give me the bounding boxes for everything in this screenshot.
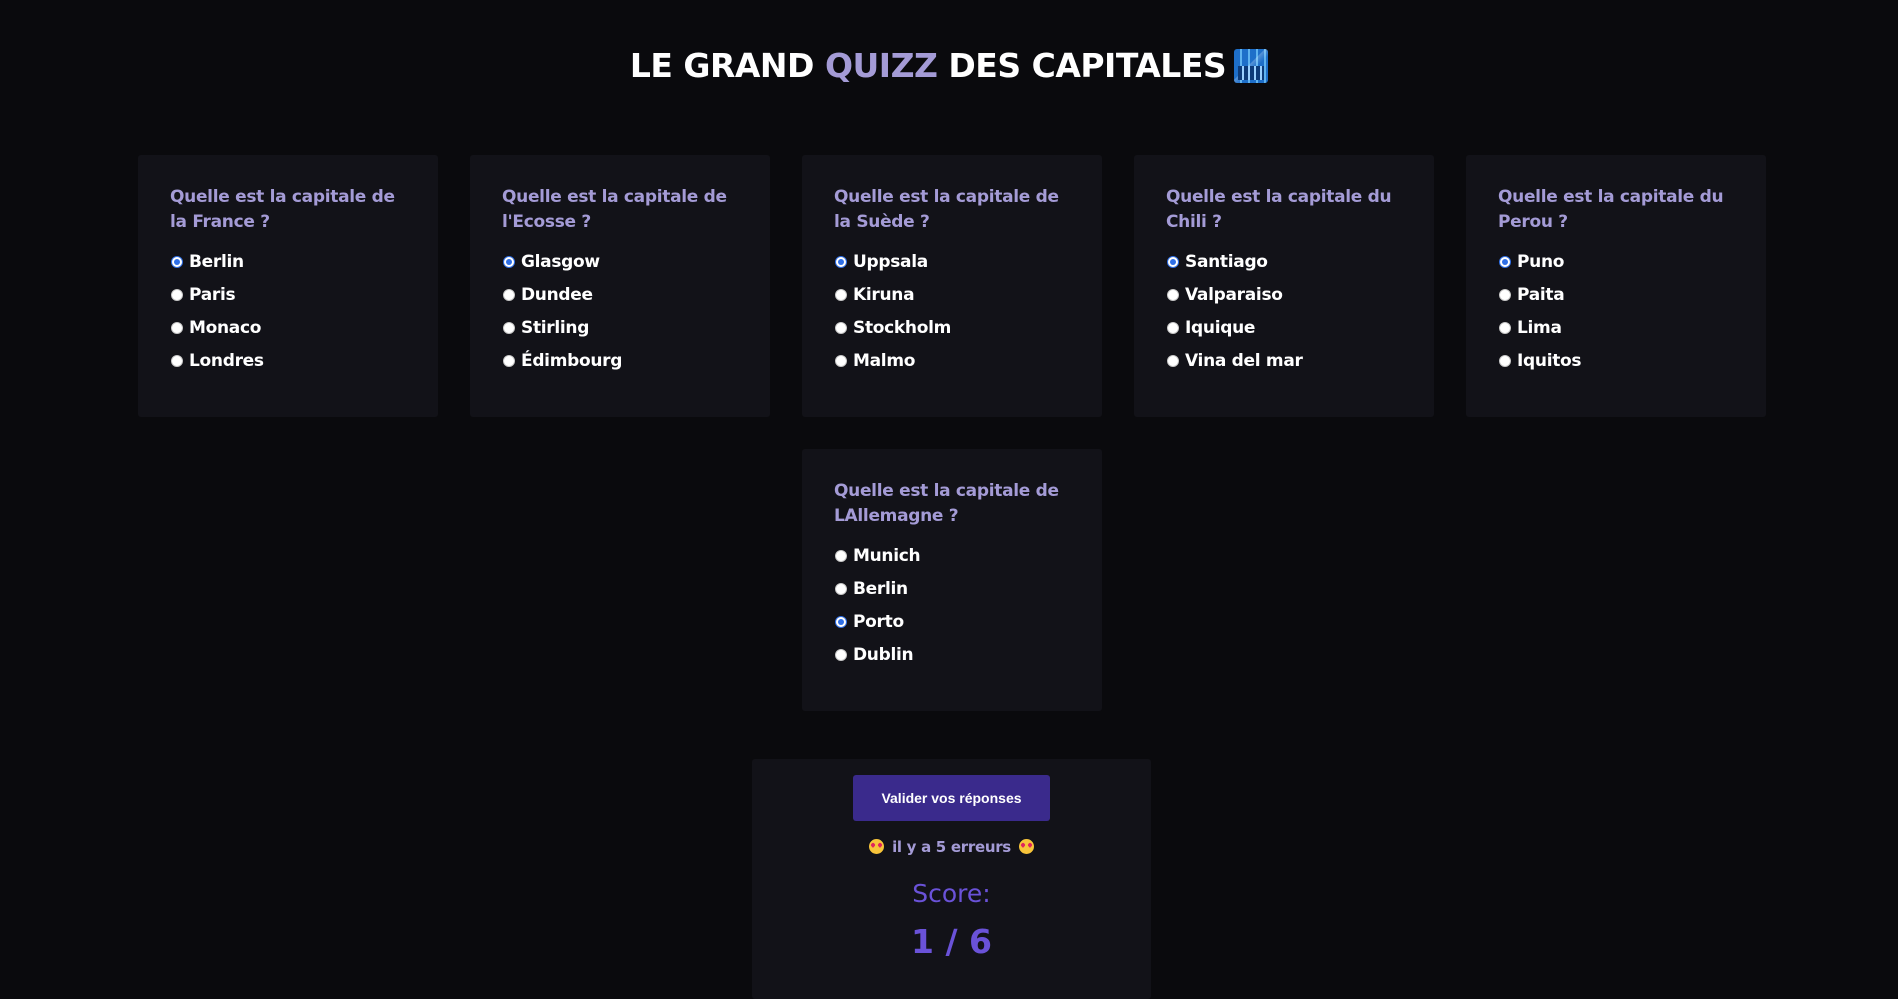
answer-option[interactable]: Porto <box>834 605 1070 638</box>
radio-button[interactable] <box>835 615 847 628</box>
radio-button[interactable] <box>1167 255 1179 268</box>
answer-option[interactable]: Vina del mar <box>1166 344 1402 377</box>
radio-button[interactable] <box>835 321 847 334</box>
answer-label: Stirling <box>521 317 590 338</box>
answer-option[interactable]: Iquique <box>1166 311 1402 344</box>
radio-button[interactable] <box>171 255 183 268</box>
radio-button[interactable] <box>835 354 847 367</box>
radio-button[interactable] <box>835 648 847 661</box>
radio-button[interactable] <box>171 288 183 301</box>
question-text: Quelle est la capitale de l'Ecosse ? <box>502 187 727 232</box>
answer-option[interactable]: Lima <box>1498 311 1734 344</box>
answer-option[interactable]: Berlin <box>170 245 406 278</box>
answer-option[interactable]: Berlin <box>834 572 1070 605</box>
question-card: Quelle est la capitale de l'Ecosse ? Glas… <box>470 155 770 417</box>
radio-button[interactable] <box>1167 288 1179 301</box>
answer-label: Paris <box>189 284 236 305</box>
answer-label: Dundee <box>521 284 593 305</box>
answer-label: Monaco <box>189 317 262 338</box>
radio-button[interactable] <box>171 354 183 367</box>
answer-option[interactable]: Paris <box>170 278 406 311</box>
answer-option[interactable]: Uppsala <box>834 245 1070 278</box>
radio-button[interactable] <box>1167 354 1179 367</box>
question-card: Quelle est la capitale de la France ? Ber… <box>138 155 438 417</box>
answer-option[interactable]: Paita <box>1498 278 1734 311</box>
score-value: 1 / 6 <box>911 922 992 961</box>
answer-label: Dublin <box>853 644 914 665</box>
radio-button[interactable] <box>1499 354 1511 367</box>
answer-option[interactable]: Édimbourg <box>502 344 738 377</box>
answer-label: Glasgow <box>521 251 600 272</box>
question-card: Quelle est la capitale de LAllemagne ? Mu… <box>802 449 1102 711</box>
radio-button[interactable] <box>835 288 847 301</box>
score-label: Score: <box>912 879 991 908</box>
radio-button[interactable] <box>1499 255 1511 268</box>
radio-button[interactable] <box>1499 288 1511 301</box>
answer-option[interactable]: Puno <box>1498 245 1734 278</box>
radio-button[interactable] <box>503 255 515 268</box>
answer-label: Puno <box>1517 251 1565 272</box>
result-panel: Valider vos réponses il y a 5 erreurs Sc… <box>752 759 1151 999</box>
answer-option[interactable]: Munich <box>834 539 1070 572</box>
answer-label: Kiruna <box>853 284 915 305</box>
cityscape-icon <box>1234 49 1269 83</box>
validate-button[interactable]: Valider vos réponses <box>853 775 1050 821</box>
answer-label: Santiago <box>1185 251 1268 272</box>
answer-label: Munich <box>853 545 921 566</box>
answer-option[interactable]: Glasgow <box>502 245 738 278</box>
radio-button[interactable] <box>835 255 847 268</box>
answer-label: Stockholm <box>853 317 952 338</box>
answer-label: Porto <box>853 611 904 632</box>
radio-button[interactable] <box>171 321 183 334</box>
answer-option[interactable]: Dublin <box>834 638 1070 671</box>
radio-button[interactable] <box>1499 321 1511 334</box>
answer-label: Valparaiso <box>1185 284 1283 305</box>
answer-option[interactable]: Santiago <box>1166 245 1402 278</box>
title-part1: LE GRAND <box>629 46 825 85</box>
question-card: Quelle est la capitale du Chili ? Santiag… <box>1134 155 1434 417</box>
radio-button[interactable] <box>835 582 847 595</box>
heart-eyes-emoji-icon <box>1018 839 1034 854</box>
errors-message: il y a 5 erreurs <box>752 838 1151 856</box>
answer-option[interactable]: Londres <box>170 344 406 377</box>
answer-label: Iquique <box>1185 317 1256 338</box>
answer-option[interactable]: Malmo <box>834 344 1070 377</box>
answer-label: Malmo <box>853 350 916 371</box>
answer-option[interactable]: Iquitos <box>1498 344 1734 377</box>
answer-option[interactable]: Valparaiso <box>1166 278 1402 311</box>
radio-button[interactable] <box>503 321 515 334</box>
question-text: Quelle est la capitale de la Suède ? <box>834 187 1059 232</box>
answer-label: Lima <box>1517 317 1562 338</box>
answer-label: Uppsala <box>853 251 928 272</box>
answer-option[interactable]: Stirling <box>502 311 738 344</box>
question-text: Quelle est la capitale du Perou ? <box>1498 187 1724 232</box>
question-card: Quelle est la capitale de la Suède ? Upps… <box>802 155 1102 417</box>
heart-eyes-emoji-icon <box>869 839 885 854</box>
question-card: Quelle est la capitale du Perou ? Puno Pai… <box>1466 155 1766 417</box>
question-text: Quelle est la capitale de LAllemagne ? <box>834 481 1059 526</box>
radio-button[interactable] <box>835 549 847 562</box>
radio-button[interactable] <box>503 354 515 367</box>
answer-option[interactable]: Stockholm <box>834 311 1070 344</box>
answer-label: Londres <box>189 350 264 371</box>
answer-label: Paita <box>1517 284 1565 305</box>
answer-option[interactable]: Kiruna <box>834 278 1070 311</box>
answer-label: Vina del mar <box>1185 350 1303 371</box>
answer-label: Édimbourg <box>521 350 623 371</box>
question-text: Quelle est la capitale du Chili ? <box>1166 187 1392 232</box>
radio-button[interactable] <box>1167 321 1179 334</box>
title-part2: DES CAPITALES <box>937 46 1227 85</box>
radio-button[interactable] <box>503 288 515 301</box>
errors-text: il y a 5 erreurs <box>892 838 1011 856</box>
title-accent: QUIZZ <box>824 46 938 85</box>
answer-label: Berlin <box>853 578 908 599</box>
answer-option[interactable]: Monaco <box>170 311 406 344</box>
answer-label: Iquitos <box>1517 350 1582 371</box>
question-text: Quelle est la capitale de la France ? <box>170 187 395 232</box>
answer-option[interactable]: Dundee <box>502 278 738 311</box>
page-title: LE GRAND QUIZZ DES CAPITALES <box>0 42 1898 90</box>
answer-label: Berlin <box>189 251 244 272</box>
